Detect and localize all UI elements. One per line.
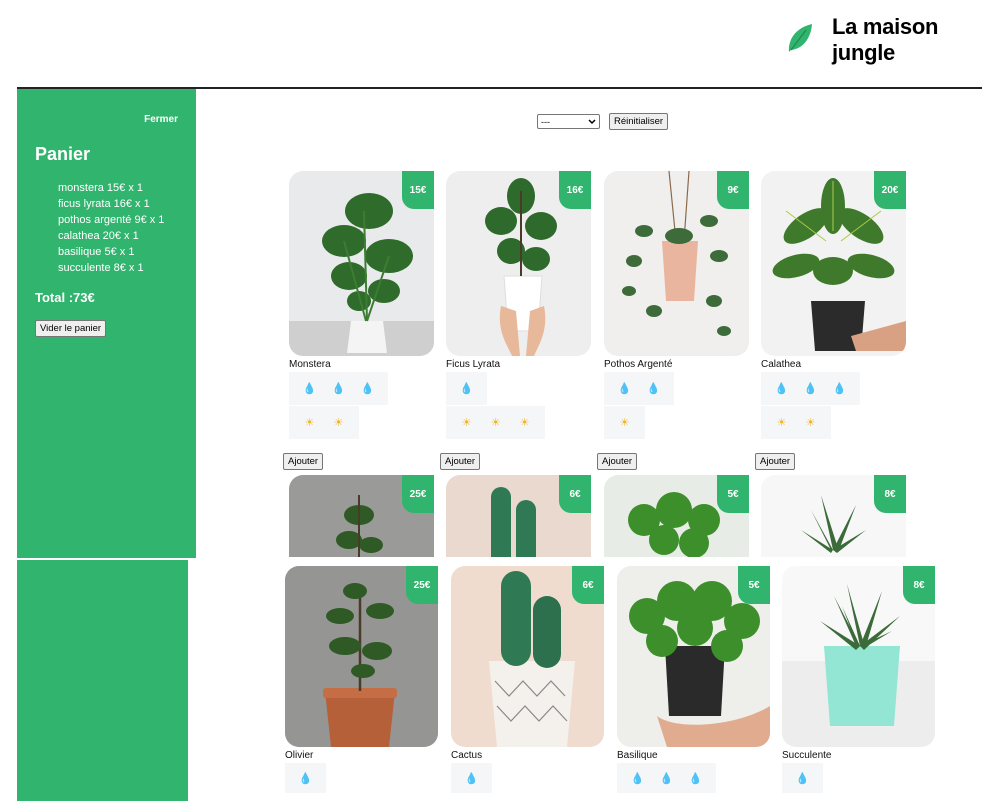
water-icon: 💧 [459,383,474,395]
price-badge: 9€ [717,171,749,209]
price-badge: 5€ [717,475,749,513]
plant-name: Ficus Lyrata [446,359,501,370]
water-icon: 💧 [630,772,645,785]
plant-name: Basilique [617,750,658,761]
cart-item: ficus lyrata 16€ x 1 [58,198,150,210]
water-icon: 💧 [302,383,317,395]
empty-cart-button[interactable]: Vider le panier [35,320,107,337]
plant-card: 25€ Olivier 💧 [285,566,438,806]
cart-items: monstera 15€ x 1 ficus lyrata 16€ x 1 po… [58,180,164,276]
water-icon: 💧 [464,772,479,785]
water-icon: 💧 [774,383,789,395]
plant-name: Monstera [289,359,331,370]
cart-item: pothos argenté 9€ x 1 [58,214,165,226]
water-icon: 💧 [795,772,810,785]
add-to-cart-button[interactable]: Ajouter [283,453,324,470]
water-icon: 💧 [688,772,703,785]
water-icon: 💧 [617,383,632,395]
site-title: La maison jungle [832,14,939,65]
water-scale: 💧 [782,763,823,793]
light-scale: ☀ [604,406,645,439]
plant-card: 16€ Ficus Lyrata 💧 ☀ ☀ ☀ [446,171,591,471]
filters: --- Réinitialiser [537,113,669,130]
leaf-icon [786,22,814,59]
plant-card: 20€ Calathea 💧 💧 💧 ☀ ☀ [761,171,906,471]
sun-icon: ☀ [304,417,315,429]
plant-card: 6€ [446,475,591,557]
chevron-down-icon [588,117,596,127]
sun-icon: ☀ [490,417,501,429]
price-badge: 6€ [572,566,604,604]
plant-name: Calathea [761,359,802,370]
category-select[interactable]: --- [537,114,600,129]
sun-icon: ☀ [619,417,630,429]
price-badge: 25€ [402,475,434,513]
plant-card: 6€ Cactus 💧 [451,566,604,806]
close-cart-button[interactable]: Fermer [144,114,178,125]
cart-panel: Fermer Panier monstera 15€ x 1 ficus lyr… [17,89,196,558]
water-icon: 💧 [298,772,313,785]
plant-name: Olivier [285,750,314,761]
plant-card: 5€ [604,475,749,557]
light-scale: ☀ ☀ [761,406,831,439]
price-badge: 25€ [406,566,438,604]
reset-button[interactable]: Réinitialiser [609,113,669,130]
add-to-cart-button[interactable]: Ajouter [597,453,638,470]
plant-card: 8€ Succulente 💧 [782,566,935,806]
plant-card: 5€ Basilique 💧 💧 💧 [617,566,770,806]
cart-item: monstera 15€ x 1 [58,182,143,194]
water-scale: 💧 [451,763,492,793]
add-to-cart-button[interactable]: Ajouter [755,453,796,470]
light-scale: ☀ ☀ ☀ [446,406,545,439]
sun-icon: ☀ [461,417,472,429]
water-icon: 💧 [360,383,375,395]
price-badge: 8€ [874,475,906,513]
plant-card: 15€ Monstera 💧 💧 💧 ☀ ☀ [289,171,434,471]
ghost-row: 25€ 6€ 5€ 8€ [289,475,906,557]
price-badge: 5€ [738,566,770,604]
water-icon: 💧 [803,383,818,395]
sun-icon: ☀ [805,417,816,429]
water-icon: 💧 [646,383,661,395]
water-scale: 💧 [285,763,326,793]
water-scale: 💧 [446,372,487,405]
cart-panel-overflow [17,560,188,801]
sun-icon: ☀ [333,417,344,429]
water-scale: 💧 💧 [604,372,674,405]
sun-icon: ☀ [519,417,530,429]
add-to-cart-button[interactable]: Ajouter [440,453,481,470]
plant-name: Cactus [451,750,483,761]
brand: La maison jungle [786,14,1006,66]
price-badge: 8€ [903,566,935,604]
price-badge: 16€ [559,171,591,209]
water-icon: 💧 [659,772,674,785]
cart-total: Total :73€ [35,290,95,305]
header: La maison jungle [0,0,1006,90]
cart-item: basilique 5€ x 1 [58,246,135,258]
cart-item: calathea 20€ x 1 [58,230,139,242]
plant-name: Pothos Argenté [604,359,673,370]
sun-icon: ☀ [776,417,787,429]
cart-title: Panier [35,144,91,164]
water-icon: 💧 [331,383,346,395]
price-badge: 6€ [559,475,591,513]
water-icon: 💧 [832,383,847,395]
water-scale: 💧 💧 💧 [289,372,388,405]
plant-card: 25€ [289,475,434,557]
plant-name: Succulente [782,750,832,761]
water-scale: 💧 💧 💧 [617,763,716,793]
plant-card: 8€ [761,475,906,557]
water-scale: 💧 💧 💧 [761,372,860,405]
price-badge: 15€ [402,171,434,209]
price-badge: 20€ [874,171,906,209]
cart-item: succulente 8€ x 1 [58,262,144,274]
category-select-value: --- [541,116,550,127]
plant-card: 9€ Pothos Argenté 💧 💧 ☀ [604,171,749,471]
light-scale: ☀ ☀ [289,406,359,439]
